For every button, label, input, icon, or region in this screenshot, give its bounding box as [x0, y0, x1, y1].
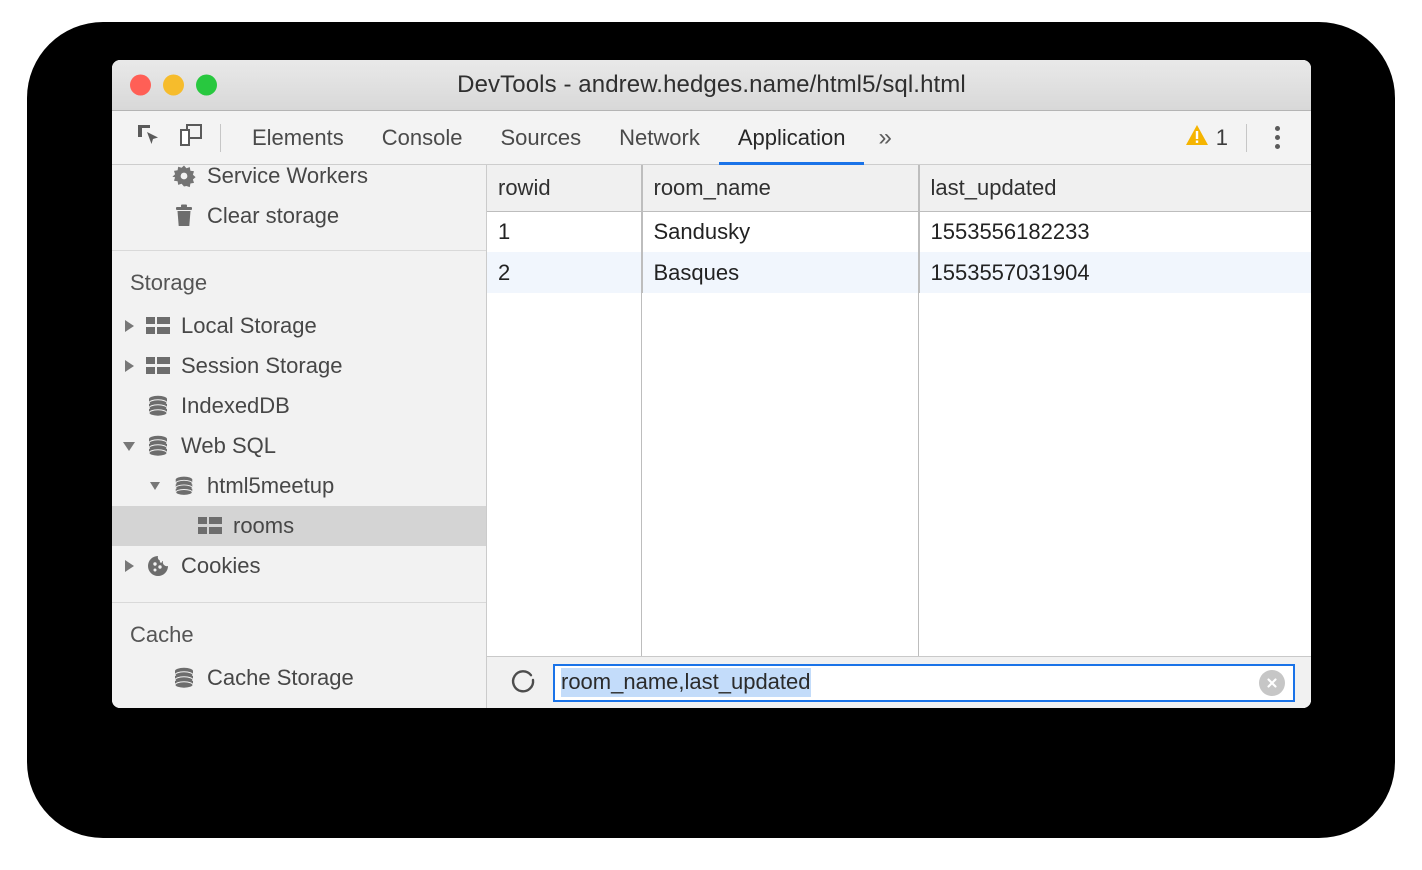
toolbar-right-group: 1 [1177, 120, 1293, 156]
sidebar-item-rooms[interactable]: rooms [112, 506, 486, 546]
kebab-menu-icon[interactable] [1261, 120, 1293, 156]
database-icon [144, 393, 172, 419]
column-header-room-name[interactable]: room_name [642, 165, 919, 211]
window-title: DevTools - andrew.hedges.name/html5/sql.… [112, 71, 1311, 99]
database-icon [170, 665, 198, 691]
sidebar-item-service-workers[interactable]: Service Workers [112, 165, 486, 196]
sidebar-item-web-sql[interactable]: Web SQL [112, 426, 486, 466]
rooms-datagrid: rowid room_name last_updated 1 Sandusky … [487, 165, 1311, 293]
tab-label: Application [738, 125, 846, 151]
sidebar-item-session-storage[interactable]: Session Storage [112, 346, 486, 386]
zoom-button[interactable] [196, 75, 217, 96]
sidebar-item-label: Session Storage [181, 353, 342, 379]
query-toolbar: room_name,last_updated [487, 656, 1311, 708]
warning-badge[interactable]: 1 [1177, 124, 1236, 151]
window-controls [130, 75, 217, 96]
sidebar-item-label: Cookies [181, 553, 260, 579]
table-icon [144, 353, 172, 379]
panel-tabs: Elements Console Sources Network Applica… [233, 111, 906, 164]
tab-console[interactable]: Console [363, 111, 482, 164]
device-toolbar-icon [178, 122, 204, 153]
twisty-collapsed-icon[interactable] [120, 557, 138, 575]
minimize-button[interactable] [163, 75, 184, 96]
tab-label: Sources [500, 125, 581, 151]
device-toolbar-button[interactable] [170, 118, 212, 158]
gear-icon [170, 165, 198, 189]
clear-input-icon[interactable] [1259, 670, 1285, 696]
window-titlebar: DevTools - andrew.hedges.name/html5/sql.… [112, 60, 1311, 111]
chevron-double-right-icon: » [878, 124, 891, 152]
sidebar-item-cache-storage[interactable]: Cache Storage [112, 658, 486, 698]
query-input[interactable]: room_name,last_updated [553, 664, 1295, 702]
application-main-panel: rowid room_name last_updated 1 Sandusky … [487, 165, 1311, 708]
toolbar-divider [220, 124, 221, 152]
twisty-collapsed-icon[interactable] [120, 317, 138, 335]
warning-count: 1 [1216, 125, 1228, 151]
cell-room-name[interactable]: Basques [642, 252, 919, 293]
refresh-icon [509, 666, 537, 699]
sidebar-item-html5meetup[interactable]: html5meetup [112, 466, 486, 506]
twisty-expanded-icon[interactable] [120, 437, 138, 455]
table-icon [196, 513, 224, 539]
query-input-value: room_name,last_updated [561, 668, 811, 697]
sidebar-item-label: Cache Storage [207, 665, 354, 691]
datagrid-container: rowid room_name last_updated 1 Sandusky … [487, 165, 1311, 656]
refresh-button[interactable] [503, 663, 543, 703]
sidebar-item-indexeddb[interactable]: IndexedDB [112, 386, 486, 426]
sidebar-item-label: Clear storage [207, 203, 339, 229]
cell-rowid[interactable]: 2 [487, 252, 642, 293]
table-row[interactable]: 1 Sandusky 1553556182233 [487, 211, 1311, 252]
warning-triangle-icon [1185, 124, 1209, 151]
sidebar-item-label: IndexedDB [181, 393, 290, 419]
cell-rowid[interactable]: 1 [487, 211, 642, 252]
tab-label: Elements [252, 125, 344, 151]
inspect-element-icon [136, 122, 162, 153]
sidebar-item-label: Local Storage [181, 313, 317, 339]
sidebar-item-label: html5meetup [207, 473, 334, 499]
tab-sources[interactable]: Sources [481, 111, 600, 164]
database-icon [170, 473, 198, 499]
toolbar-divider-right [1246, 124, 1247, 152]
cell-last-updated[interactable]: 1553556182233 [919, 211, 1311, 252]
tab-network[interactable]: Network [600, 111, 719, 164]
cell-last-updated[interactable]: 1553557031904 [919, 252, 1311, 293]
sidebar-section-title-cache: Cache [112, 612, 486, 658]
table-row[interactable]: 2 Basques 1553557031904 [487, 252, 1311, 293]
close-button[interactable] [130, 75, 151, 96]
sidebar-item-local-storage[interactable]: Local Storage [112, 306, 486, 346]
tab-elements[interactable]: Elements [233, 111, 363, 164]
twisty-collapsed-icon[interactable] [120, 357, 138, 375]
sidebar-item-label: Service Workers [207, 165, 368, 189]
table-icon [144, 313, 172, 339]
devtools-window: DevTools - andrew.hedges.name/html5/sql.… [112, 60, 1311, 708]
tab-label: Console [382, 125, 463, 151]
inspect-element-button[interactable] [128, 118, 170, 158]
database-icon [144, 433, 172, 459]
twisty-expanded-icon[interactable] [146, 477, 164, 495]
devtools-body: Service Workers Clear storage Storage [112, 165, 1311, 708]
column-header-rowid[interactable]: rowid [487, 165, 642, 211]
column-header-last-updated[interactable]: last_updated [919, 165, 1311, 211]
cookie-icon [144, 553, 172, 579]
sidebar-section-title-storage: Storage [112, 260, 486, 306]
sidebar-item-label: Web SQL [181, 433, 276, 459]
tab-label: Network [619, 125, 700, 151]
tab-application[interactable]: Application [719, 111, 865, 164]
sidebar-item-label: rooms [233, 513, 294, 539]
trash-icon [170, 203, 198, 229]
datagrid-header-row: rowid room_name last_updated [487, 165, 1311, 211]
application-sidebar: Service Workers Clear storage Storage [112, 165, 487, 708]
sidebar-item-clear-storage[interactable]: Clear storage [112, 196, 486, 236]
devtools-toolbar: Elements Console Sources Network Applica… [112, 111, 1311, 165]
sidebar-item-cookies[interactable]: Cookies [112, 546, 486, 586]
more-tabs-button[interactable]: » [864, 111, 905, 164]
cell-room-name[interactable]: Sandusky [642, 211, 919, 252]
